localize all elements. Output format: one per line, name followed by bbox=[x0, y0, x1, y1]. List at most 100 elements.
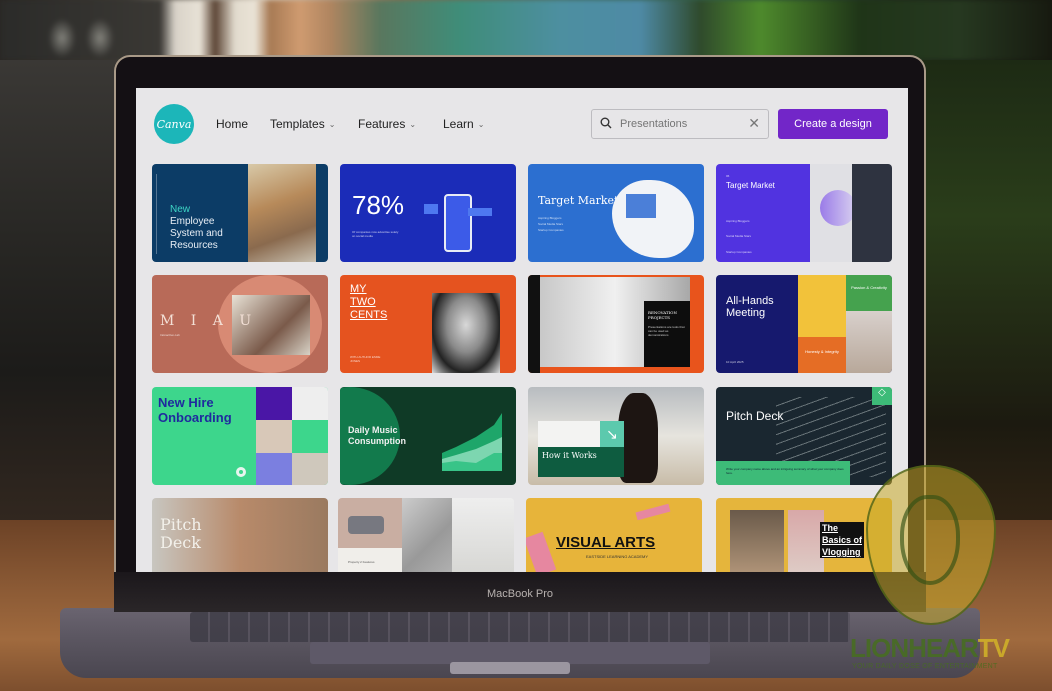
illustration bbox=[424, 204, 438, 214]
panel bbox=[716, 164, 810, 262]
tag-panel bbox=[846, 275, 892, 311]
armchair-photo bbox=[348, 516, 384, 534]
photo bbox=[402, 498, 452, 572]
nav-home[interactable]: Home bbox=[216, 117, 248, 131]
tag-panel bbox=[798, 337, 846, 373]
dark-panel bbox=[852, 164, 892, 262]
template-card[interactable]: New Hire Onboarding bbox=[152, 387, 328, 485]
pink-shape bbox=[635, 503, 671, 521]
create-design-button[interactable]: Create a design bbox=[778, 109, 888, 139]
laptop-keyboard bbox=[190, 612, 850, 642]
card-subtitle: Employee System and Resources bbox=[170, 216, 223, 251]
card-tag: Passion & Creativity bbox=[851, 285, 887, 290]
chevron-down-icon: ⌄ bbox=[328, 119, 336, 129]
card-title: Property 2 Features bbox=[348, 560, 375, 564]
nav-features[interactable]: Features ⌄ bbox=[358, 117, 416, 131]
card-title: Target Market bbox=[726, 181, 775, 190]
card-item: Social Media Stars bbox=[726, 234, 752, 238]
template-card[interactable]: M I A U Interactive Lab bbox=[152, 275, 328, 373]
card-subtitle: Presentations are tools that can be used… bbox=[648, 325, 685, 337]
search-input[interactable] bbox=[620, 115, 740, 133]
side-strip bbox=[528, 275, 540, 373]
canva-screen: Canva Home Templates⌄ Features⌄ Learn⌄ ✕… bbox=[136, 88, 908, 572]
laptop-trackpad bbox=[310, 642, 710, 664]
logo-icon: ◇ bbox=[872, 387, 892, 405]
laptop-notch bbox=[450, 662, 570, 674]
nav-label: Features bbox=[358, 117, 406, 131]
illustration bbox=[626, 194, 656, 218]
photo bbox=[248, 164, 316, 262]
card-subtitle: Of companies now advertise solely on soc… bbox=[352, 230, 399, 238]
photo bbox=[452, 498, 514, 572]
phone-illustration bbox=[444, 194, 472, 252]
card-title: Target Market bbox=[538, 194, 619, 207]
nav-label: Templates bbox=[270, 117, 325, 131]
search-box: ✕ bbox=[591, 109, 769, 139]
clear-icon[interactable]: ✕ bbox=[748, 115, 760, 132]
card-subtitle: Write your company name above and an int… bbox=[726, 467, 844, 475]
background-scene bbox=[0, 0, 1052, 60]
card-title: New bbox=[170, 204, 191, 215]
template-card[interactable]: Pitch Deck bbox=[152, 498, 328, 572]
template-card[interactable]: 78% Of companies now advertise solely on… bbox=[340, 164, 516, 262]
chevron-down-icon: ⌄ bbox=[409, 119, 417, 129]
template-card[interactable]: All-Hands Meeting 10 April 2025 Honesty … bbox=[716, 275, 892, 373]
nav-label: Home bbox=[216, 117, 249, 131]
card-title: Daily Music Consumption bbox=[348, 425, 406, 446]
card-title: All-Hands Meeting bbox=[726, 295, 774, 319]
background-left bbox=[0, 60, 120, 580]
card-item: Aspiring Bloggers bbox=[538, 216, 562, 220]
circle-graphic bbox=[820, 190, 856, 226]
title-line: Vlogging bbox=[822, 547, 861, 557]
nav-templates[interactable]: Templates ⌄ bbox=[270, 117, 335, 131]
card-title: VISUAL ARTS bbox=[556, 534, 656, 551]
nav-label: Learn bbox=[443, 117, 474, 131]
card-title: New Hire Onboarding bbox=[158, 395, 232, 425]
photo bbox=[798, 275, 846, 337]
nav-learn[interactable]: Learn ⌄ bbox=[443, 117, 484, 131]
chevron-down-icon: ⌄ bbox=[477, 119, 485, 129]
area-chart bbox=[442, 413, 502, 471]
card-title: Pitch Deck bbox=[726, 409, 784, 423]
runner-photo bbox=[618, 393, 658, 483]
search-icon bbox=[600, 117, 612, 129]
template-card[interactable]: Property 2 Features bbox=[338, 498, 514, 572]
card-tag: Honesty & Integrity bbox=[805, 349, 839, 354]
card-title: How it Works bbox=[542, 451, 597, 460]
photo bbox=[292, 453, 328, 485]
card-eyebrow: 06 bbox=[726, 174, 730, 178]
ring-icon bbox=[236, 467, 246, 477]
template-card[interactable]: New Employee System and Resources bbox=[152, 164, 328, 262]
card-item: Startup Companies bbox=[726, 250, 752, 254]
card-item: Startup Companies bbox=[538, 228, 564, 232]
card-title: The Basics of Vlogging bbox=[820, 522, 865, 558]
template-card[interactable]: RENOVATION PROJECTS Presentations are to… bbox=[528, 275, 704, 373]
card-title: RENOVATION PROJECTS bbox=[648, 310, 677, 320]
card-title: MY TWO CENTS bbox=[350, 283, 387, 322]
template-card[interactable]: ↘ How it Works bbox=[528, 387, 704, 485]
illustration bbox=[468, 208, 492, 216]
background-plant bbox=[922, 60, 1052, 580]
canva-logo[interactable]: Canva bbox=[154, 104, 194, 144]
card-title: M I A U bbox=[160, 313, 258, 329]
template-card[interactable]: VISUAL ARTS EASTSIDE LEARNING ACADEMY bbox=[526, 498, 702, 572]
illustration-blob bbox=[612, 180, 694, 258]
portrait-photo bbox=[432, 293, 500, 373]
device-label: MacBook Pro bbox=[486, 588, 554, 600]
photo bbox=[788, 510, 824, 572]
template-card[interactable]: The Basics of Vlogging bbox=[716, 498, 892, 572]
template-card[interactable]: 06 Target Market Aspiring Bloggers Socia… bbox=[716, 164, 892, 262]
template-card[interactable]: MY TWO CENTS WITH AUTHOR ESME JONES bbox=[340, 275, 516, 373]
card-item: Social Media Stars bbox=[538, 222, 564, 226]
panel bbox=[292, 420, 328, 453]
template-card[interactable]: Target Market Aspiring Bloggers Social M… bbox=[528, 164, 704, 262]
card-title: 78% bbox=[352, 190, 405, 220]
title-line: CENTS bbox=[350, 309, 388, 321]
card-subtitle: EASTSIDE LEARNING ACADEMY bbox=[586, 554, 649, 559]
card-item: Aspiring Bloggers bbox=[726, 219, 750, 223]
template-card[interactable]: Pitch Deck Write your company name above… bbox=[716, 387, 892, 485]
panel bbox=[256, 387, 292, 420]
card-subtitle: Interactive Lab bbox=[160, 333, 180, 337]
laptop-chin: MacBook Pro bbox=[114, 572, 926, 612]
template-card[interactable]: Daily Music Consumption bbox=[340, 387, 516, 485]
